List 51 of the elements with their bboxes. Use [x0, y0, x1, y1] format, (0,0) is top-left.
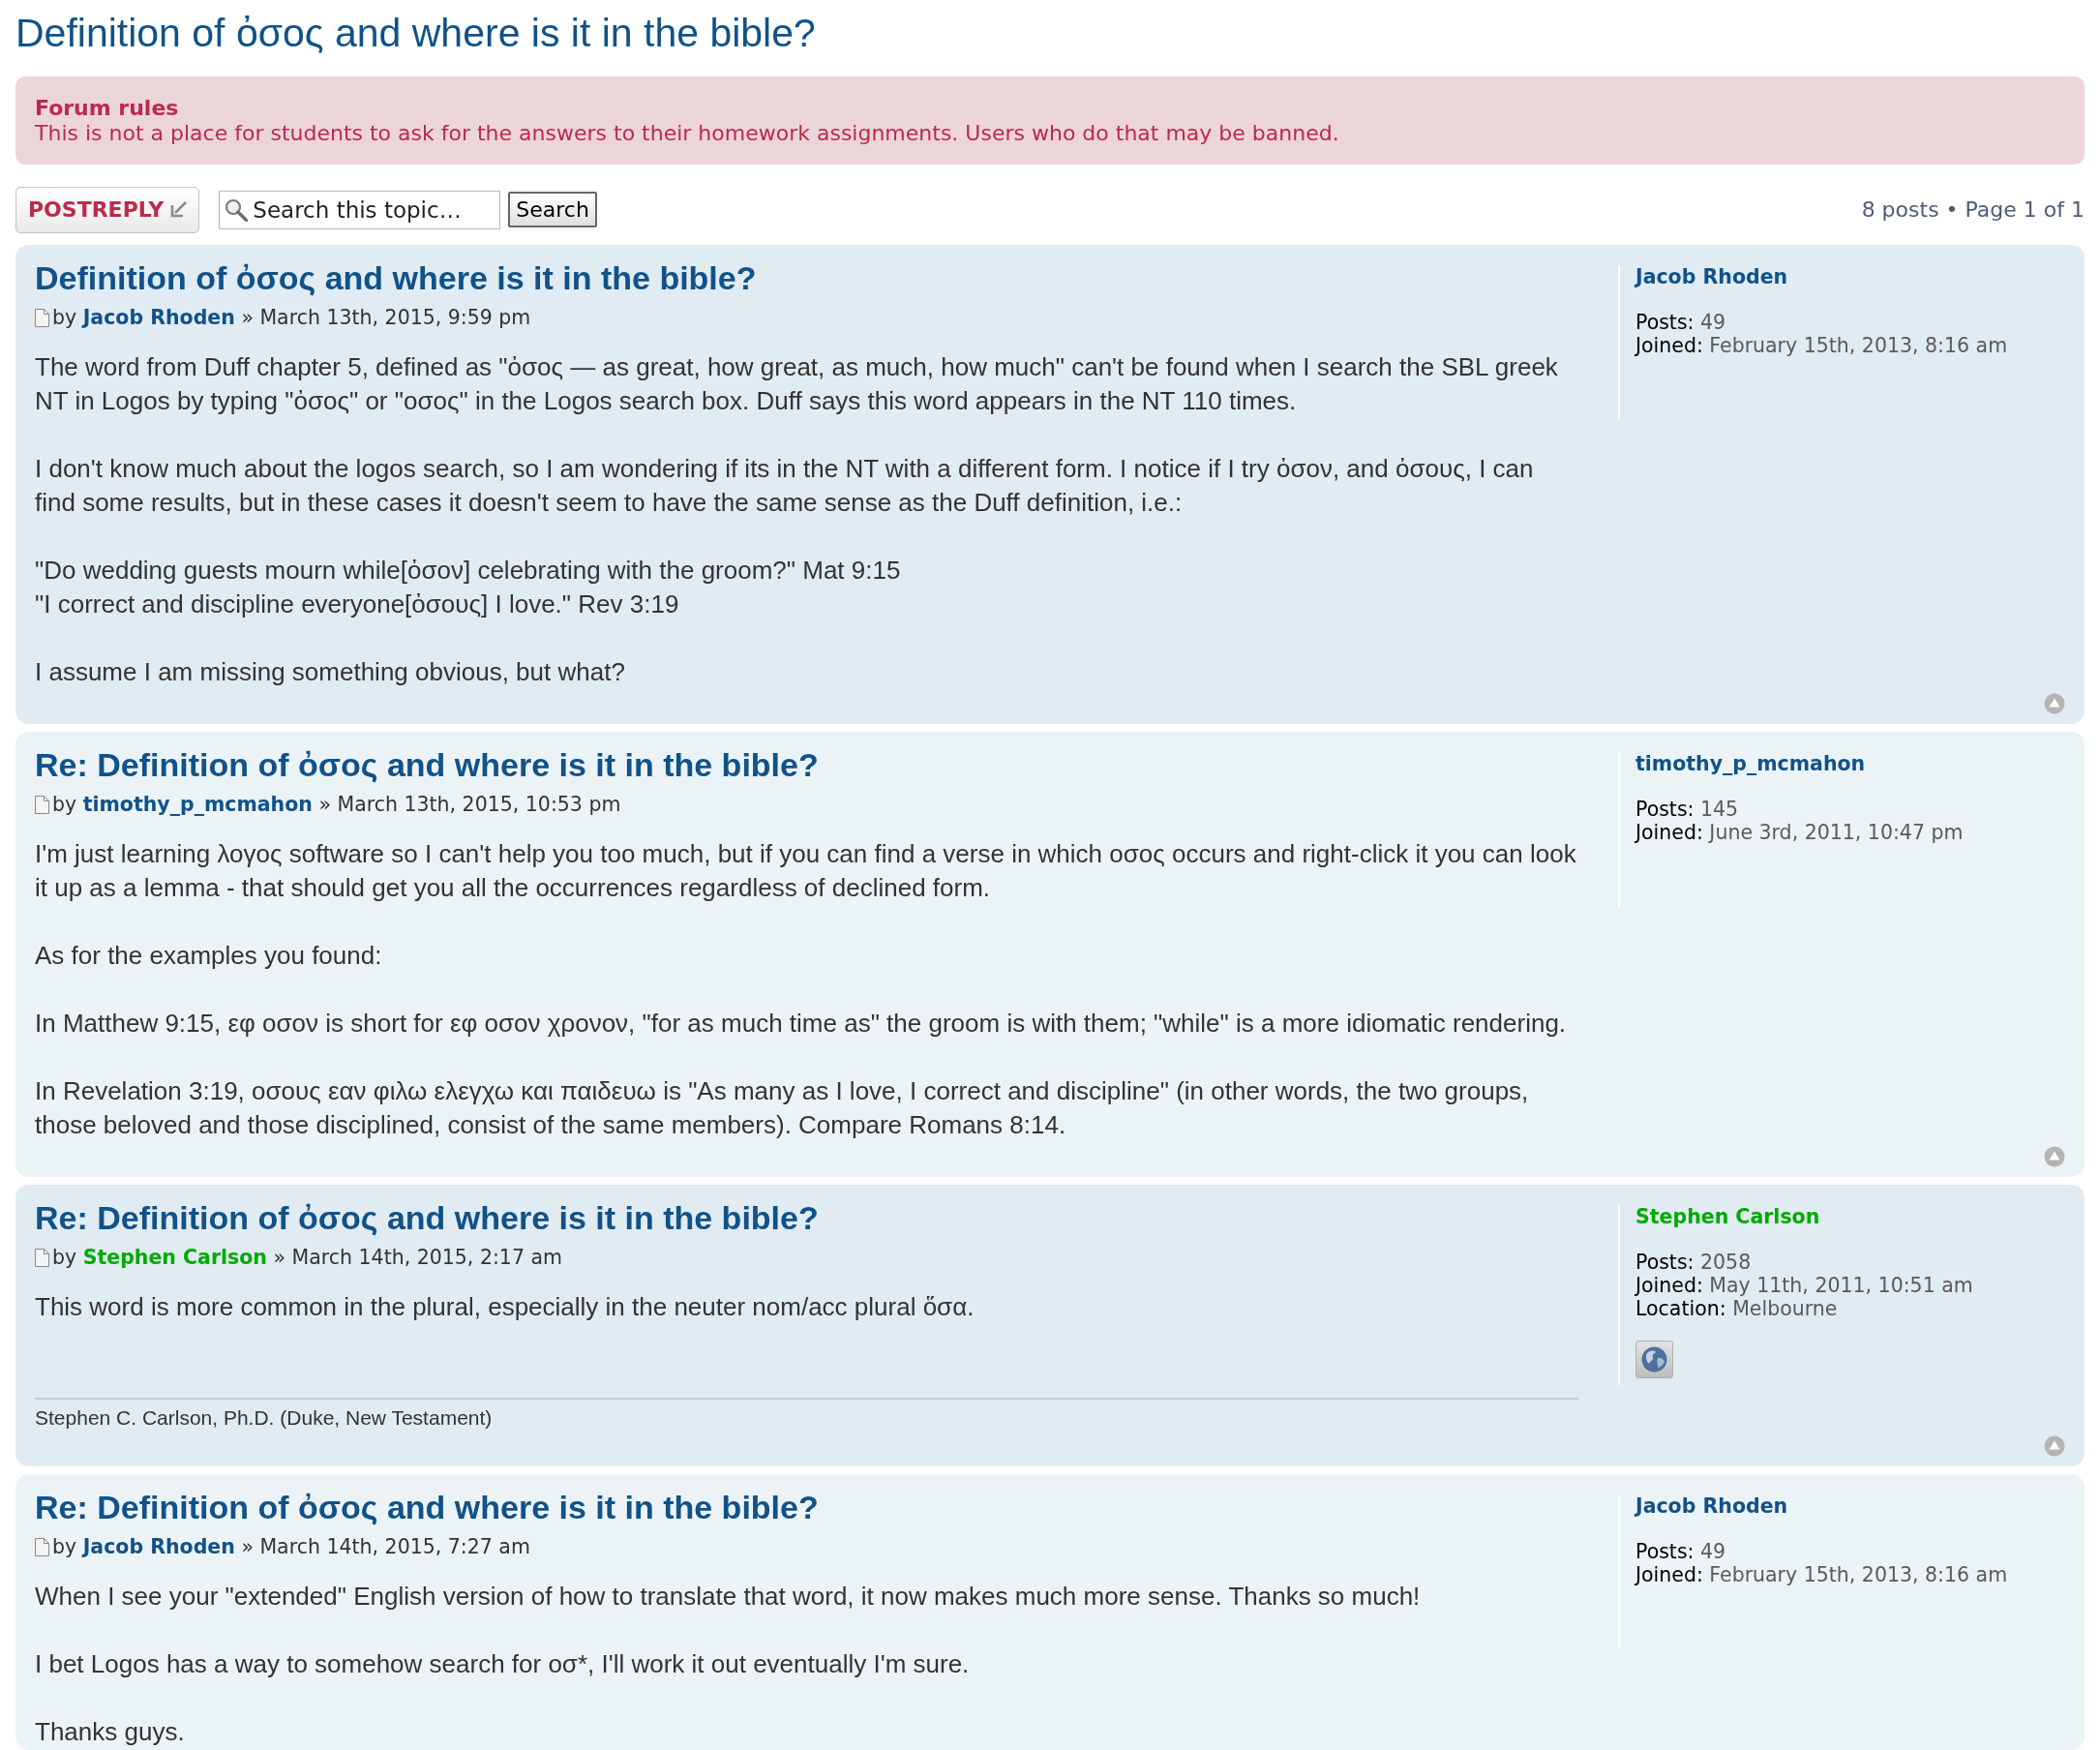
profile-detail: Joined: May 11th, 2011, 10:51 am [1635, 1274, 1973, 1297]
post-title[interactable]: Re: Definition of ὀσος and where is it in the bible? [35, 745, 819, 784]
profile-detail: Posts: 49 [1635, 311, 1726, 334]
profile-detail: Posts: 49 [1635, 1540, 1726, 1563]
author-link[interactable]: Jacob Rhoden [82, 306, 235, 329]
post-paragraph: This word is more common in the plural, especially in the neuter nom/acc plural ὅσα. [35, 1291, 975, 1323]
author-link[interactable]: Jacob Rhoden [82, 1535, 235, 1558]
post-paragraph: I bet Logos has a way to somehow search for οσ*, I'll work it out eventually I'm sure. [35, 1648, 971, 1680]
topic-title: Definition of ὀσος and where is it in the bible? [15, 10, 816, 57]
post-byline: by Jacob Rhoden » March 13th, 2015, 9:59 pm [52, 306, 531, 329]
profile-detail: Posts: 145 [1635, 798, 1739, 821]
post-paragraph: In Revelation 3:19, οσους εαν φιλω ελεγχω και παιδευω is "As many as I love, I correct and discipline" (in other words, the two groups, those beloved and those disciplined, consist of the same members). Compare Romans 8:14. [35, 1075, 1530, 1141]
search-icon [225, 197, 249, 222]
post-paragraph: As for the examples you found: [35, 940, 383, 972]
post-reply-button[interactable]: POSTREPLY [15, 186, 200, 233]
profile-username[interactable]: Jacob Rhoden [1635, 265, 1788, 288]
rules-heading: Forum rules [35, 96, 179, 121]
page-icon[interactable] [35, 795, 49, 814]
page-icon[interactable] [35, 1537, 49, 1556]
profile-detail: Location: Melbourne [1635, 1297, 1838, 1320]
post-byline: by Jacob Rhoden » March 14th, 2015, 7:27 am [52, 1535, 530, 1558]
profile-username[interactable]: Jacob Rhoden [1635, 1494, 1788, 1518]
post-signature: Stephen C. Carlson, Ph.D. (Duke, New Testament) [35, 1398, 1578, 1432]
post-paragraph: I don't know much about the logos search, so I am wondering if its in the NT with a different form. I notice if I try ὀσον, and ὀσους, I can find some results, but in these cases it doesn't seem to have the same sense as the Duff definition, i.e.: [35, 453, 1535, 519]
post-title[interactable]: Definition of ὀσος and where is it in the bible? [35, 258, 757, 297]
post-paragraph: "Do wedding guests mourn while[ὀσον] celebrating with the groom?" Mat 9:15 "I correct and discipline everyone[ὀσους] I love." Rev 3:19 [35, 555, 902, 620]
profile-detail: Joined: February 15th, 2013, 8:16 am [1635, 334, 2008, 357]
profile-detail: Joined: June 3rd, 2011, 10:47 pm [1635, 821, 1964, 844]
post-paragraph: I'm just learning λογος software so I can't help you too much, but if you can find a verse in which οσος occurs and right-click it you can look it up as a lemma - that should get you all the occurrences regardless of declined form. [35, 838, 1577, 904]
post-byline: by timothy_p_mcmahon » March 13th, 2015, 10:53 pm [52, 793, 621, 816]
arrow-icon [170, 201, 188, 218]
website-button[interactable] [1635, 1341, 1673, 1378]
pagination-info: 8 posts • Page 1 of 1 [1861, 197, 2085, 222]
post-paragraph: In Matthew 9:15, εφ οσον is short for εφ οσον χρονον, "for as much time as" the groom is with them; "while" is a more idiomatic rendering. [35, 1008, 1568, 1040]
globe-icon [1641, 1346, 1667, 1373]
profile-username[interactable]: timothy_p_mcmahon [1635, 752, 1866, 775]
post-paragraph: When I see your "extended" English version of how to translate that word, it now makes much more sense. Thanks so much! [35, 1581, 1422, 1613]
search-button[interactable]: Search [508, 192, 597, 227]
page-icon[interactable] [35, 1248, 49, 1267]
profile-detail: Posts: 2058 [1635, 1251, 1752, 1274]
search-field[interactable]: Search this topic… [219, 190, 501, 229]
post-title[interactable]: Re: Definition of ὀσος and where is it in the bible? [35, 1198, 819, 1237]
post-paragraph: I assume I am missing something obvious, but what? [35, 656, 626, 688]
rules-text: This is not a place for students to ask for the answers to their homework assignments. Users who do that may be banned. [35, 121, 1339, 146]
profile-detail: Joined: February 15th, 2013, 8:16 am [1635, 1563, 2008, 1586]
post-byline: by Stephen Carlson » March 14th, 2015, 2:17 am [52, 1246, 562, 1269]
page-icon[interactable] [35, 308, 49, 327]
post-paragraph: The word from Duff chapter 5, defined as "ὀσος — as great, how great, as much, how much" can't be found when I search the SBL greek NT in Logos by typing "ὀσος" or "οσος" in the Logos search box. Duff says this word appears in the NT 110 times. [35, 351, 1559, 417]
author-link[interactable]: timothy_p_mcmahon [82, 793, 313, 816]
post-title[interactable]: Re: Definition of ὀσος and where is it in the bible? [35, 1488, 819, 1526]
post-paragraph: Thanks guys. [35, 1716, 186, 1748]
